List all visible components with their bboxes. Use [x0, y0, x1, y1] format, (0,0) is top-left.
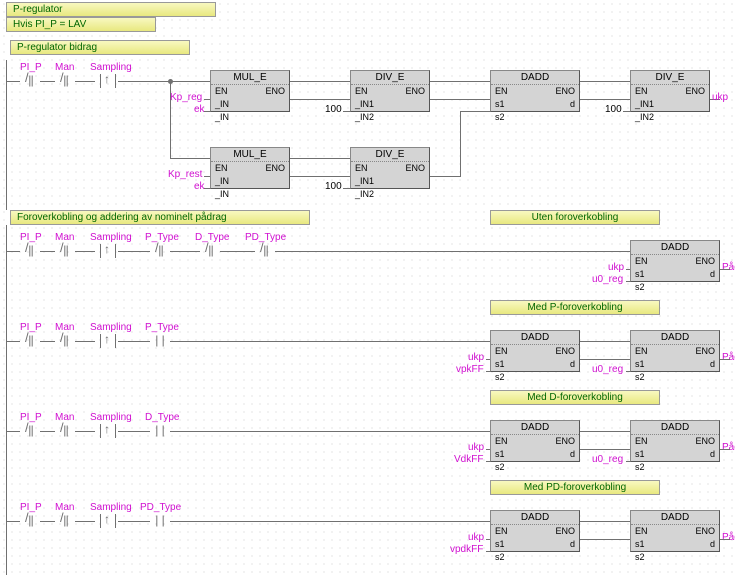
- const-100-3: 100: [325, 181, 342, 192]
- block-dadd-pd2: DADD ENENO s1d s2: [630, 510, 720, 552]
- sig-ukp-4: ukp: [468, 442, 484, 453]
- label-pi-p-3: PI_P: [20, 322, 42, 333]
- block-dadd-p2: DADD ENENO s1d s2: [630, 330, 720, 372]
- contact-sampling-1: [100, 74, 116, 88]
- const-100-1: 100: [325, 104, 342, 115]
- label-dtype-1: D_Type: [195, 232, 229, 243]
- section-med-p: Med P-foroverkobling: [490, 300, 660, 315]
- label-dtype-2: D_Type: [145, 412, 179, 423]
- contact-pi-p-3: | |/: [20, 336, 40, 348]
- contact-sampling-5: [100, 514, 116, 528]
- label-sampling-2: Sampling: [90, 232, 132, 243]
- sig-ek-2: ek: [194, 181, 205, 192]
- label-man-1: Man: [55, 62, 74, 73]
- block-dadd-1: DADD ENENO s1d s2: [490, 70, 580, 112]
- label-sampling-1: Sampling: [90, 62, 132, 73]
- sig-ek-1: ek: [194, 104, 205, 115]
- const-100-2: 100: [605, 104, 622, 115]
- block-mul-e-2: MUL_E ENENO _IN _IN: [210, 147, 290, 189]
- sig-kp-reg: Kp_reg: [170, 92, 202, 103]
- section-p-regulator-bidrag: P-regulator bidrag: [10, 40, 190, 55]
- label-man-3: Man: [55, 322, 74, 333]
- label-man-2: Man: [55, 232, 74, 243]
- block-div-e-3: DIV_E ENENO _IN1 _IN2: [350, 147, 430, 189]
- section-uten: Uten foroverkobling: [490, 210, 660, 225]
- sig-padrag-4: Pådrag: [722, 532, 735, 543]
- block-dadd-d2: DADD ENENO s1d s2: [630, 420, 720, 462]
- sig-kp-rest: Kp_rest: [168, 169, 202, 180]
- tab-p-regulator: P-regulator: [6, 2, 216, 17]
- label-man-4: Man: [55, 412, 74, 423]
- label-pi-p-2: PI_P: [20, 232, 42, 243]
- contact-ptype-1: | |/: [150, 246, 170, 258]
- contact-sampling-3: [100, 334, 116, 348]
- section-med-d: Med D-foroverkobling: [490, 390, 660, 405]
- contact-pi-p-1: | |/: [20, 76, 40, 88]
- contact-man-2: | |/: [55, 246, 75, 258]
- block-mul-e-1: MUL_E ENENO _IN _IN: [210, 70, 290, 112]
- sig-u0reg-1: u0_reg: [592, 274, 623, 285]
- label-sampling-5: Sampling: [90, 502, 132, 513]
- contact-sampling-2: [100, 244, 116, 258]
- block-dadd-uten: DADD ENENO s1d s2: [630, 240, 720, 282]
- tab-condition: Hvis PI_P = LAV: [6, 17, 156, 32]
- label-ptype-2: P_Type: [145, 322, 179, 333]
- label-pi-p-4: PI_P: [20, 412, 42, 423]
- block-dadd-p1: DADD ENENO s1d s2: [490, 330, 580, 372]
- sig-vdkff: VdkFF: [454, 454, 483, 465]
- label-ptype-1: P_Type: [145, 232, 179, 243]
- contact-pi-p-5: | |/: [20, 516, 40, 528]
- contact-pdtype-1: | |/: [255, 246, 275, 258]
- block-dadd-pd1: DADD ENENO s1d s2: [490, 510, 580, 552]
- label-pi-p-1: PI_P: [20, 62, 42, 73]
- block-dadd-d1: DADD ENENO s1d s2: [490, 420, 580, 462]
- section-med-pd: Med PD-foroverkobling: [490, 480, 660, 495]
- contact-ptype-2: | |: [150, 336, 170, 348]
- sig-padrag-1: Pådrag: [722, 262, 735, 273]
- block-div-e-1: DIV_E ENENO _IN1 _IN2: [350, 70, 430, 112]
- label-pdtype-1: PD_Type: [245, 232, 286, 243]
- label-pdtype-2: PD_Type: [140, 502, 181, 513]
- contact-man-4: | |/: [55, 426, 75, 438]
- label-sampling-3: Sampling: [90, 322, 132, 333]
- sig-ukp-out: ukp: [712, 92, 728, 103]
- label-pi-p-5: PI_P: [20, 502, 42, 513]
- sig-padrag-2: Pådrag: [722, 352, 735, 363]
- sig-u0reg-2: u0_reg: [592, 364, 623, 375]
- contact-man-3: | |/: [55, 336, 75, 348]
- contact-pi-p-2: | |/: [20, 246, 40, 258]
- label-man-5: Man: [55, 502, 74, 513]
- sig-ukp-2: ukp: [608, 262, 624, 273]
- block-div-e-2: DIV_E ENENO _IN1 _IN2: [630, 70, 710, 112]
- contact-man-5: | |/: [55, 516, 75, 528]
- contact-sampling-4: [100, 424, 116, 438]
- sig-ukp-5: ukp: [468, 532, 484, 543]
- sig-padrag-3: Pådrag: [722, 442, 735, 453]
- sig-vpdkff: vpdkFF: [450, 544, 483, 555]
- sig-vpkff: vpkFF: [456, 364, 484, 375]
- sig-ukp-3: ukp: [468, 352, 484, 363]
- sig-u0reg-3: u0_reg: [592, 454, 623, 465]
- contact-dtype-2: | |: [150, 426, 170, 438]
- contact-pdtype-2: | |: [150, 516, 170, 528]
- contact-pi-p-4: | |/: [20, 426, 40, 438]
- section-foroverkobling: Foroverkobling og addering av nominelt p…: [10, 210, 310, 225]
- label-sampling-4: Sampling: [90, 412, 132, 423]
- contact-man-1: | |/: [55, 76, 75, 88]
- contact-dtype-1: | |/: [200, 246, 220, 258]
